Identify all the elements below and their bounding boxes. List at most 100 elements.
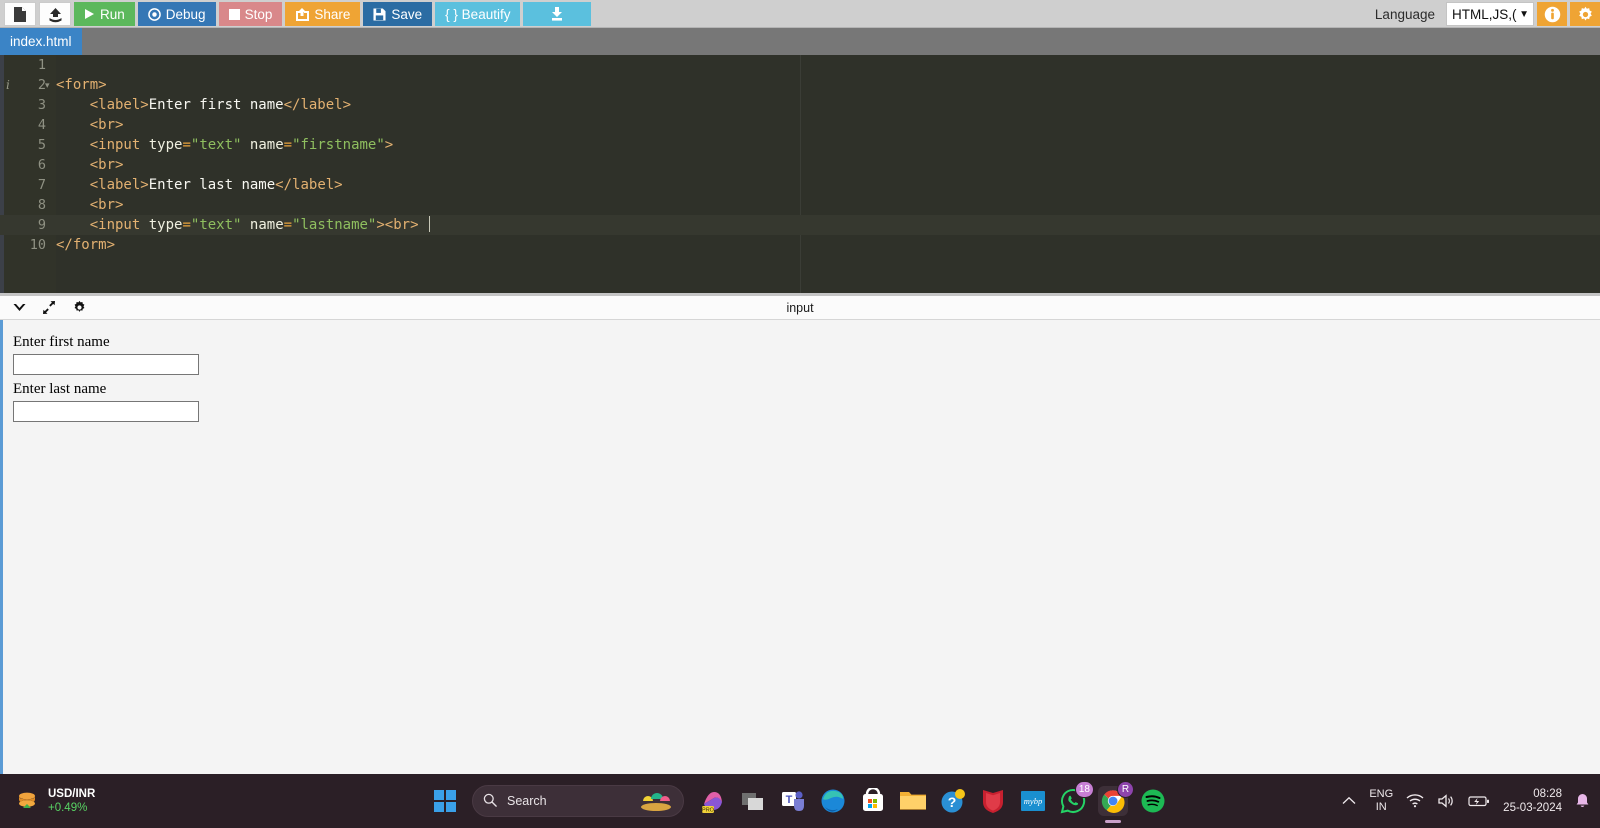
microsoft-store-icon[interactable]: [858, 786, 888, 816]
run-button-label: Run: [100, 6, 125, 22]
code-line[interactable]: 3 <label>Enter first name</label>: [38, 95, 1600, 115]
code-line[interactable]: 9 <input type="text" name="lastname"><br…: [0, 215, 1600, 235]
svg-text:T: T: [786, 794, 793, 806]
svg-text:PRO: PRO: [702, 808, 715, 814]
tab-label: index.html: [10, 34, 72, 49]
line-number: 7: [37, 177, 46, 193]
upload-icon: [49, 7, 61, 22]
new-file-button[interactable]: [4, 2, 36, 26]
code-line[interactable]: 10 </form>: [30, 235, 1600, 255]
code-line-text: <br>: [89, 157, 124, 173]
debug-button[interactable]: Debug: [137, 2, 216, 26]
file-explorer-icon[interactable]: [898, 786, 928, 816]
windows-start-button[interactable]: [432, 788, 458, 814]
upload-button[interactable]: [39, 2, 71, 26]
widget-change: +0.49%: [48, 802, 88, 814]
last-name-input[interactable]: [13, 401, 199, 422]
input-language-indicator[interactable]: ENG IN: [1369, 788, 1393, 814]
spotify-icon[interactable]: [1138, 786, 1168, 816]
line-number: 4: [37, 117, 46, 133]
mcafee-icon[interactable]: [978, 786, 1008, 816]
tray-time: 08:28: [1533, 788, 1562, 800]
chevron-down-icon: ▼: [1519, 8, 1529, 20]
output-panel-header: input: [0, 296, 1600, 320]
code-line[interactable]: 4 <br>: [38, 115, 1600, 135]
stop-button[interactable]: Stop: [218, 2, 283, 26]
tab-index-html[interactable]: index.html: [0, 28, 82, 55]
chevron-up-icon[interactable]: [1342, 794, 1356, 808]
system-tray: ENG IN 08:28 25-03-2024: [1342, 787, 1590, 815]
last-name-label: Enter last name: [13, 381, 107, 397]
output-preview: Enter first name Enter last name: [0, 320, 1600, 774]
code-line[interactable]: 7 <label>Enter last name</label>: [38, 175, 1600, 195]
svg-text:mybp: mybp: [1024, 796, 1042, 806]
settings-button[interactable]: [1570, 2, 1600, 26]
search-icon: [483, 793, 497, 810]
bell-icon[interactable]: [1575, 793, 1590, 809]
widget-title: USD/INR: [48, 788, 96, 800]
line-number: 6: [37, 157, 46, 173]
windows-start-icon: [434, 790, 456, 812]
beautify-button[interactable]: { } Beautify: [435, 2, 521, 26]
output-panel-title: input: [786, 300, 814, 315]
currency-icon: [14, 788, 40, 814]
windows-taskbar: USD/INR +0.49% Search PRO T ? mybp 18 R …: [0, 774, 1600, 828]
main-toolbar: Run Debug Stop Share Save {} Beautify L…: [0, 0, 1600, 28]
taskbar-widget-usd-inr[interactable]: USD/INR +0.49%: [0, 787, 300, 815]
download-button[interactable]: [523, 2, 592, 26]
battery-charging-icon[interactable]: [1468, 794, 1490, 808]
share-button-label: Share: [314, 6, 351, 22]
language-bottom: IN: [1375, 801, 1387, 813]
code-line[interactable]: i 2 ▾ <form>: [6, 75, 1600, 95]
taskbar-search-box[interactable]: Search: [472, 785, 684, 817]
debug-icon: [147, 7, 161, 21]
code-line[interactable]: 1: [38, 55, 1600, 75]
code-line[interactable]: 8 <br>: [38, 195, 1600, 215]
code-editor[interactable]: 1 i 2 ▾ <form> 3 <label>Enter first name</lab…: [0, 55, 1600, 296]
editor-code-area[interactable]: 1 i 2 ▾ <form> 3 <label>Enter first name</lab…: [0, 55, 1600, 296]
language-select-value: HTML,JS,(: [1452, 6, 1517, 22]
save-button-label: Save: [391, 6, 423, 22]
code-fold-toggle-icon[interactable]: ▾: [45, 75, 50, 95]
google-chrome-icon[interactable]: R: [1098, 781, 1134, 816]
language-select[interactable]: HTML,JS,( ▼: [1446, 2, 1534, 26]
clock-and-date[interactable]: 08:28 25-03-2024: [1503, 787, 1562, 815]
speaker-icon[interactable]: [1437, 794, 1455, 808]
code-line-text: <input type="text" name="firstname">: [89, 137, 394, 153]
info-button[interactable]: [1537, 2, 1567, 26]
beautify-button-label: { } Beautify: [445, 6, 511, 22]
line-number: 8: [37, 197, 46, 213]
tray-date: 25-03-2024: [1503, 802, 1562, 814]
save-button[interactable]: Save: [363, 2, 433, 26]
mybp-icon[interactable]: mybp: [1018, 786, 1048, 816]
share-button[interactable]: Share: [285, 2, 361, 26]
code-line-text: <br>: [89, 117, 124, 133]
line-number: 9: [37, 217, 46, 233]
first-name-input[interactable]: [13, 354, 199, 375]
stop-button-label: Stop: [244, 6, 273, 22]
line-number: 1: [37, 57, 46, 73]
floppy-icon: [373, 7, 386, 21]
line-number: 3: [37, 97, 46, 113]
info-icon: [1544, 6, 1560, 22]
wifi-icon[interactable]: [1406, 794, 1424, 808]
notification-badge: 18: [1074, 781, 1094, 798]
microsoft-edge-icon[interactable]: [818, 786, 848, 816]
task-view-icon[interactable]: [738, 786, 768, 816]
copilot-pro-icon[interactable]: PRO: [698, 786, 728, 816]
line-number: 5: [37, 137, 46, 153]
share-icon: [296, 7, 310, 21]
whatsapp-icon[interactable]: 18: [1058, 781, 1094, 816]
microsoft-teams-icon[interactable]: T: [778, 786, 808, 816]
code-line[interactable]: 6 <br>: [38, 155, 1600, 175]
svg-text:?: ?: [948, 794, 957, 810]
line-number: 10: [29, 237, 46, 253]
stop-icon: [228, 8, 240, 20]
gear-icon: [1578, 6, 1592, 21]
get-help-icon[interactable]: ?: [938, 786, 968, 816]
notification-badge: R: [1117, 781, 1134, 798]
run-button[interactable]: Run: [74, 2, 135, 26]
line-number: 2: [37, 77, 46, 93]
file-tab-bar: index.html: [0, 28, 1600, 55]
code-line[interactable]: 5 <input type="text" name="firstname">: [38, 135, 1600, 155]
